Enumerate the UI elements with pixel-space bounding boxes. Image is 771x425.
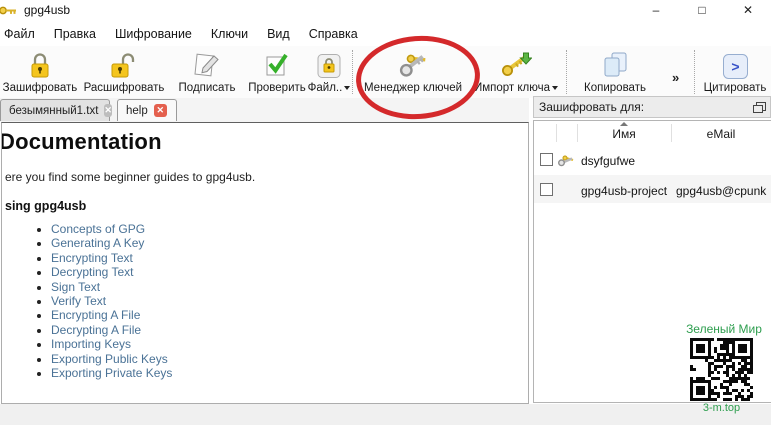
status-bar bbox=[0, 404, 771, 425]
app-key-icon bbox=[0, 3, 18, 23]
encrypt-for-header: Зашифровать для: bbox=[533, 96, 771, 118]
menu-keys[interactable]: Ключи bbox=[209, 26, 250, 42]
column-divider bbox=[556, 124, 557, 142]
doc-intro: ere you find some beginner guides to gpg… bbox=[5, 170, 528, 184]
key-pair-icon bbox=[557, 154, 575, 170]
doc-link[interactable]: Decrypting A File bbox=[51, 323, 528, 337]
doc-section-heading: sing gpg4usb bbox=[5, 199, 528, 213]
minimize-button[interactable]: – bbox=[633, 0, 679, 22]
menu-bar: Файл Правка Шифрование Ключи Вид Справка bbox=[2, 24, 360, 44]
quote-icon: > bbox=[700, 48, 770, 80]
key-checkbox[interactable] bbox=[540, 153, 553, 166]
menu-file[interactable]: Файл bbox=[2, 26, 37, 42]
tab-close-icon[interactable]: ✕ bbox=[154, 104, 167, 117]
title-bar: gpg4usb – □ ✕ bbox=[0, 0, 771, 20]
dropdown-arrow-icon bbox=[344, 86, 350, 90]
verify-label: Проверить bbox=[248, 82, 306, 94]
close-button[interactable]: ✕ bbox=[725, 0, 771, 22]
qr-code bbox=[690, 338, 753, 401]
float-panel-icon[interactable] bbox=[756, 102, 766, 111]
key-checkbox[interactable] bbox=[540, 183, 553, 196]
watermark-caption: 3-m.top bbox=[690, 402, 753, 414]
doc-link[interactable]: Importing Keys bbox=[51, 337, 528, 351]
tab-close-icon[interactable]: ✕ bbox=[104, 104, 112, 117]
doc-link[interactable]: Generating A Key bbox=[51, 236, 528, 250]
encrypt-button[interactable]: Зашифровать bbox=[0, 48, 80, 96]
file-crypt-button[interactable]: Файл.. bbox=[306, 48, 352, 96]
copy-label: Копировать bbox=[584, 82, 646, 94]
key-name: gpg4usb-project bbox=[581, 184, 667, 198]
key-row[interactable]: gpg4usb-project gpg4usb@cpunk bbox=[534, 175, 771, 203]
import-key-label: Импорт ключа bbox=[474, 82, 550, 94]
menu-help[interactable]: Справка bbox=[307, 26, 360, 42]
sort-up-icon bbox=[620, 122, 628, 126]
verify-button[interactable]: Проверить bbox=[246, 48, 308, 96]
tab-help[interactable]: help ✕ bbox=[117, 99, 177, 121]
decrypt-button[interactable]: Расшифровать bbox=[82, 48, 166, 96]
window-title: gpg4usb bbox=[24, 3, 70, 17]
doc-link[interactable]: Encrypting Text bbox=[51, 251, 528, 265]
tab-help-label: help bbox=[126, 105, 148, 117]
decrypt-label: Расшифровать bbox=[84, 82, 165, 94]
toolbar: Зашифровать Расшифровать Подписать bbox=[0, 46, 771, 98]
doc-link-list: Concepts of GPG Generating A Key Encrypt… bbox=[5, 222, 528, 380]
toolbar-separator bbox=[566, 50, 567, 94]
copy-button[interactable]: Копировать bbox=[572, 48, 658, 96]
key-row[interactable]: dsyfgufwe bbox=[534, 145, 771, 175]
window-controls: – □ ✕ bbox=[633, 0, 771, 22]
menu-edit[interactable]: Правка bbox=[52, 26, 98, 42]
encrypt-label: Зашифровать bbox=[3, 82, 78, 94]
toolbar-separator bbox=[694, 50, 695, 94]
doc-link[interactable]: Exporting Private Keys bbox=[51, 366, 528, 380]
menu-view[interactable]: Вид bbox=[265, 26, 292, 42]
key-list-header: Имя eMail bbox=[534, 121, 771, 145]
lock-closed-icon bbox=[0, 48, 80, 80]
quote-button[interactable]: > Цитировать bbox=[700, 48, 770, 96]
column-header-email[interactable]: eMail bbox=[672, 127, 770, 141]
menu-encryption[interactable]: Шифрование bbox=[113, 26, 194, 42]
tab-bar: безымянный1.txt ✕ help ✕ bbox=[0, 98, 529, 122]
copy-icon bbox=[572, 48, 658, 80]
quote-label: Цитировать bbox=[704, 82, 767, 94]
key-name: dsyfgufwe bbox=[581, 154, 635, 168]
sign-label: Подписать bbox=[179, 82, 236, 94]
encrypt-for-title: Зашифровать для: bbox=[539, 100, 644, 114]
key-email: gpg4usb@cpunk bbox=[676, 184, 766, 198]
import-key-button[interactable]: Импорт ключа bbox=[470, 48, 562, 96]
dropdown-arrow-icon bbox=[552, 86, 558, 90]
doc-link[interactable]: Encrypting A File bbox=[51, 308, 528, 322]
file-crypt-label: Файл.. bbox=[308, 82, 343, 94]
tab-untitled[interactable]: безымянный1.txt ✕ bbox=[0, 99, 110, 121]
file-lock-icon bbox=[306, 48, 352, 80]
sign-button[interactable]: Подписать bbox=[172, 48, 242, 96]
key-manager-label: Менеджер ключей bbox=[364, 82, 462, 94]
watermark-title: Зеленый Мир bbox=[684, 322, 764, 336]
doc-link[interactable]: Concepts of GPG bbox=[51, 222, 528, 236]
key-manager-icon bbox=[358, 48, 468, 80]
doc-title: Documentation bbox=[1, 129, 528, 155]
column-header-name[interactable]: Имя bbox=[578, 127, 670, 141]
gpg4usb-window: gpg4usb – □ ✕ Файл Правка Шифрование Клю… bbox=[0, 0, 771, 425]
svg-text:>: > bbox=[731, 59, 739, 75]
key-manager-button[interactable]: Менеджер ключей bbox=[358, 48, 468, 96]
lock-open-icon bbox=[82, 48, 166, 80]
sign-document-icon bbox=[172, 48, 242, 80]
verify-check-icon bbox=[246, 48, 308, 80]
doc-link[interactable]: Decrypting Text bbox=[51, 265, 528, 279]
doc-link[interactable]: Exporting Public Keys bbox=[51, 352, 528, 366]
tab-untitled-label: безымянный1.txt bbox=[9, 105, 98, 117]
help-document-panel[interactable]: Documentation ere you find some beginner… bbox=[1, 122, 529, 404]
toolbar-separator bbox=[352, 50, 353, 94]
doc-link[interactable]: Sign Text bbox=[51, 280, 528, 294]
doc-link[interactable]: Verify Text bbox=[51, 294, 528, 308]
key-import-icon bbox=[470, 48, 562, 80]
maximize-button[interactable]: □ bbox=[679, 0, 725, 22]
toolbar-overflow-chevron[interactable]: » bbox=[672, 70, 679, 85]
